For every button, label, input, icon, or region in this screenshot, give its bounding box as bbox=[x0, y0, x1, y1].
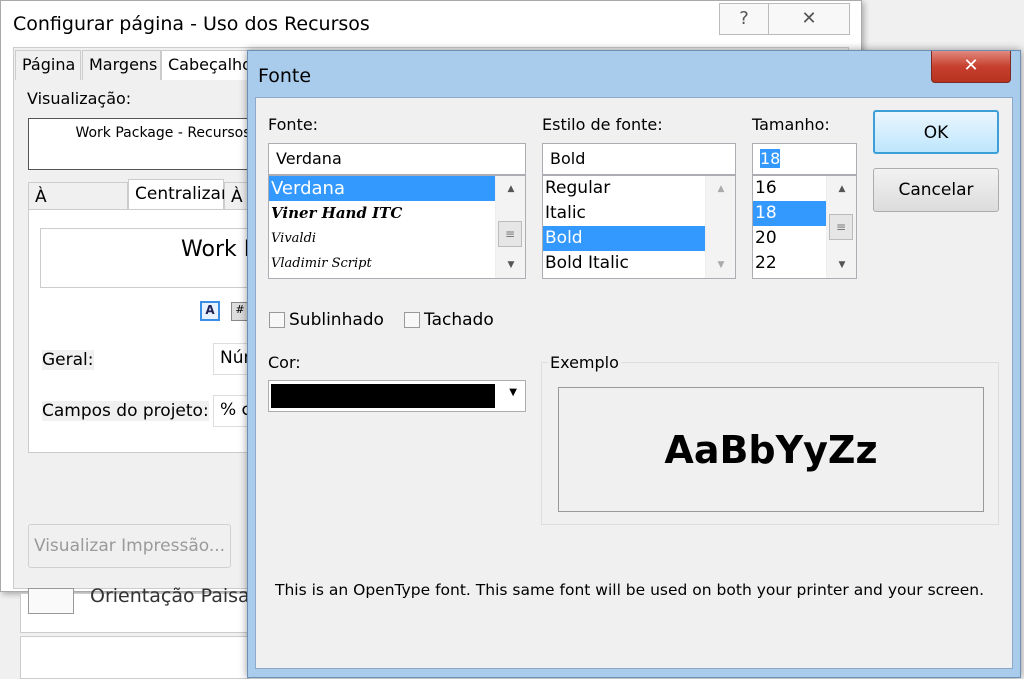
style-label: Estilo de fonte: bbox=[542, 115, 663, 134]
list-item[interactable]: Vladimir Script bbox=[269, 251, 525, 276]
checkbox[interactable] bbox=[404, 312, 420, 328]
tab-cabecalho[interactable]: Cabeçalho bbox=[161, 50, 261, 80]
font-info-text: This is an OpenType font. This same font… bbox=[275, 581, 985, 599]
print-preview-button[interactable]: Visualizar Impressão... bbox=[28, 524, 231, 568]
sample-text: AaBbYyZz bbox=[664, 428, 878, 472]
strikethrough-label: Tachado bbox=[424, 310, 494, 330]
scroll-up-icon[interactable]: ▲ bbox=[827, 184, 856, 194]
scroll-up-icon[interactable]: ▲ bbox=[706, 184, 735, 194]
preview-text: Work Package - Recursos bbox=[75, 125, 251, 141]
header-text: Work P bbox=[181, 237, 257, 262]
size-label: Tamanho: bbox=[752, 115, 830, 134]
sample-label: Exemplo bbox=[548, 353, 621, 372]
close-button[interactable]: ✕ bbox=[931, 51, 1011, 83]
close-button[interactable]: ✕ bbox=[768, 3, 850, 35]
close-icon: ✕ bbox=[801, 8, 817, 29]
list-item[interactable]: Bold bbox=[543, 226, 707, 251]
ok-button[interactable]: OK bbox=[873, 110, 999, 154]
color-label: Cor: bbox=[268, 353, 301, 372]
cancel-button[interactable]: Cancelar bbox=[873, 168, 999, 212]
help-button[interactable]: ? bbox=[719, 3, 769, 35]
tab-margens[interactable]: Margens bbox=[82, 50, 161, 80]
header-preview: Work Package - Recursos bbox=[28, 118, 258, 170]
scroll-up-icon[interactable]: ▲ bbox=[496, 184, 525, 194]
scroll-down-icon[interactable]: ▼ bbox=[706, 260, 735, 270]
strikethrough-checkbox[interactable]: Tachado bbox=[404, 310, 494, 330]
tab-pagina[interactable]: Página bbox=[15, 50, 81, 80]
scroll-thumb[interactable]: ≡ bbox=[498, 221, 522, 247]
chevron-down-icon: ▼ bbox=[509, 387, 517, 398]
style-input[interactable]: Bold bbox=[542, 143, 736, 175]
dialog-title: Configurar página - Uso dos Recursos bbox=[13, 13, 370, 35]
color-swatch bbox=[271, 384, 495, 408]
tab-left[interactable]: À esquerda bbox=[28, 182, 128, 227]
question-icon: ? bbox=[739, 8, 749, 29]
list-item[interactable]: 18 bbox=[753, 201, 827, 226]
font-list[interactable]: Verdana Viner Hand ITC Vivaldi Vladimir … bbox=[268, 175, 526, 279]
list-item[interactable]: Vivaldi bbox=[269, 226, 525, 251]
size-value: 18 bbox=[760, 149, 781, 168]
style-list[interactable]: Regular Italic Bold Bold Italic ▲ ▼ bbox=[542, 175, 736, 279]
landscape-icon bbox=[28, 588, 74, 614]
project-fields-label: Campos do projeto: bbox=[42, 401, 209, 421]
color-select[interactable]: ▼ bbox=[268, 380, 526, 412]
scroll-down-icon[interactable]: ▼ bbox=[827, 260, 856, 270]
sample-preview: AaBbYyZz bbox=[558, 387, 984, 512]
scrollbar[interactable]: ▲ ≡ ▼ bbox=[826, 176, 856, 278]
list-item[interactable]: Verdana bbox=[269, 176, 497, 201]
font-input[interactable]: Verdana bbox=[268, 143, 526, 175]
scrollbar[interactable]: ▲ ▼ bbox=[705, 176, 735, 278]
list-item[interactable]: Viner Hand ITC bbox=[269, 201, 525, 226]
scrollbar[interactable]: ▲ ≡ ▼ bbox=[495, 176, 525, 278]
size-list[interactable]: 16 18 20 22 ▲ ≡ ▼ bbox=[752, 175, 857, 279]
scroll-thumb[interactable]: ≡ bbox=[829, 214, 853, 240]
orientation-text: Orientação Paisag bbox=[90, 585, 262, 607]
checkbox[interactable] bbox=[269, 312, 285, 328]
behind-panel bbox=[20, 636, 250, 679]
header-edit-box[interactable]: Work P bbox=[40, 228, 258, 288]
font-label: Fonte: bbox=[268, 115, 319, 134]
tab-center[interactable]: Centralizar bbox=[128, 179, 228, 210]
close-icon: ✕ bbox=[963, 55, 979, 76]
underline-label: Sublinhado bbox=[289, 310, 384, 330]
size-input[interactable]: 18 bbox=[752, 143, 857, 175]
underline-checkbox[interactable]: Sublinhado bbox=[269, 310, 384, 330]
font-dialog-title: Fonte bbox=[258, 65, 312, 87]
general-label: Geral: bbox=[42, 350, 94, 370]
font-icon[interactable]: A bbox=[200, 301, 220, 321]
preview-label: Visualização: bbox=[27, 89, 132, 108]
scroll-down-icon[interactable]: ▼ bbox=[496, 260, 525, 270]
